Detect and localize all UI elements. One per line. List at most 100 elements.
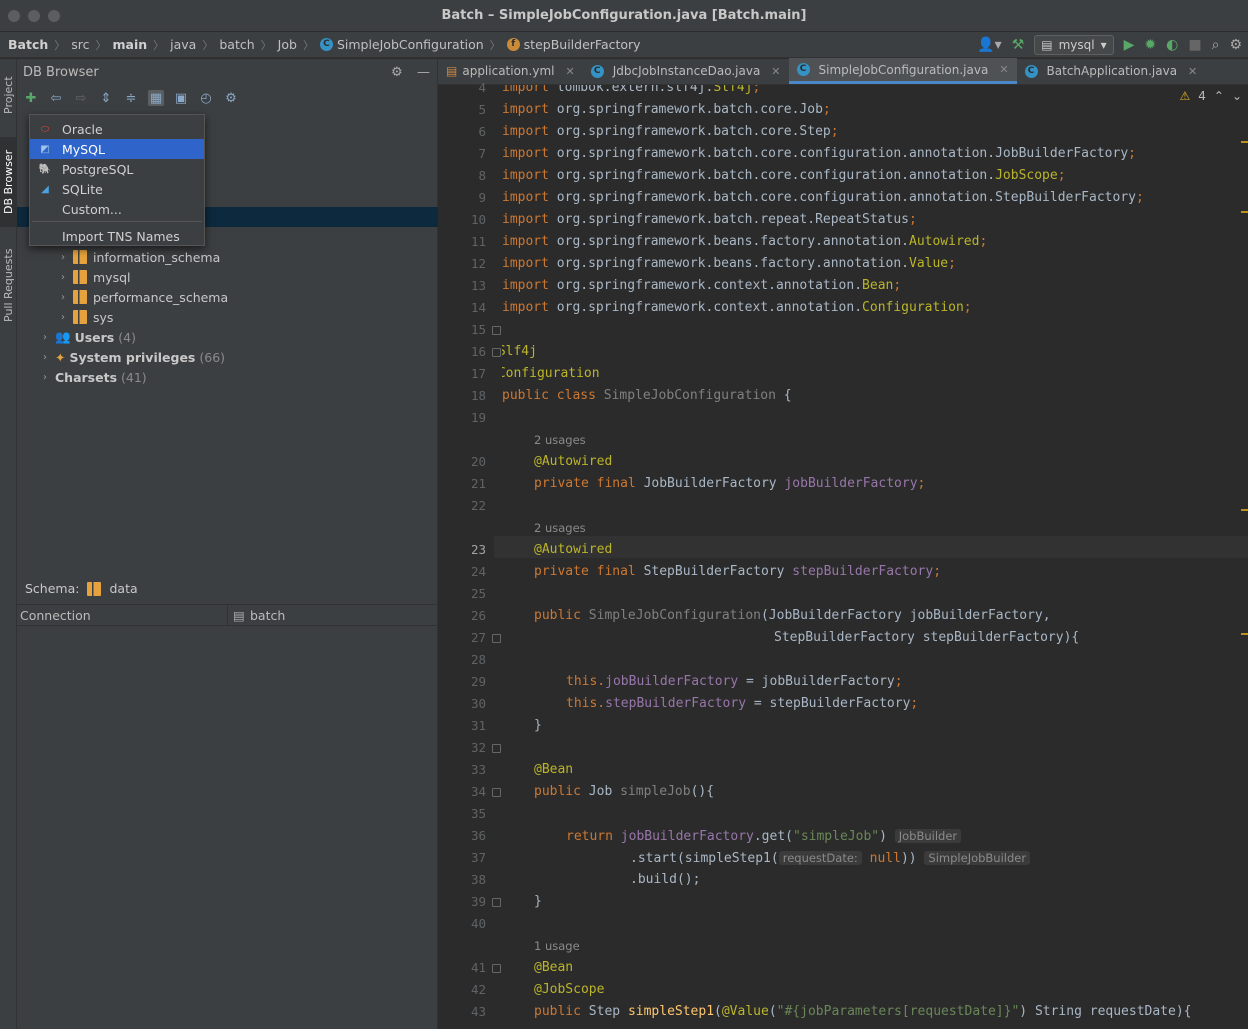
breadcrumb-project[interactable]: Batch xyxy=(8,37,48,52)
menu-item-postgresql[interactable]: 🐘 PostgreSQL xyxy=(30,159,204,179)
error-stripe-mark[interactable] xyxy=(1241,633,1248,635)
line-number[interactable]: 17 xyxy=(438,363,486,385)
line-number[interactable]: 40 xyxy=(438,913,486,935)
code-area[interactable]: import lombok.extern.slf4j.Slf4j; import… xyxy=(502,85,1242,1029)
side-tab-project[interactable]: Project xyxy=(0,65,17,125)
tree-item-schema[interactable]: › information_schema xyxy=(17,247,438,267)
coverage-icon[interactable]: ◐ xyxy=(1166,37,1178,53)
search-icon[interactable]: ⌕ xyxy=(1212,37,1220,53)
filter-icon[interactable]: ▦ xyxy=(148,90,164,106)
close-window-button[interactable] xyxy=(8,10,20,22)
line-number[interactable]: 22 xyxy=(438,495,486,517)
usages-hint[interactable]: 2 usages xyxy=(534,517,586,539)
line-number[interactable]: 26 xyxy=(438,605,486,627)
fold-marker-icon[interactable] xyxy=(492,964,501,973)
error-stripe-mark[interactable] xyxy=(1241,211,1248,213)
breadcrumb-job[interactable]: Job xyxy=(278,37,297,52)
tree-item-system-privileges[interactable]: › ✦ System privileges (66) xyxy=(17,347,438,367)
hide-panel-icon[interactable]: — xyxy=(417,65,430,80)
line-number[interactable]: 39 xyxy=(438,891,486,913)
run-configuration-select[interactable]: ▤ mysql ▾ xyxy=(1034,35,1114,55)
line-number[interactable]: 12 xyxy=(438,253,486,275)
close-tab-icon[interactable]: ✕ xyxy=(1188,65,1197,78)
add-connection-icon[interactable]: ✚ xyxy=(23,90,39,106)
line-number[interactable]: 20 xyxy=(438,451,486,473)
line-number[interactable]: 38 xyxy=(438,869,486,891)
side-tab-db-browser[interactable]: DB Browser xyxy=(0,137,17,227)
stop-icon[interactable]: ■ xyxy=(1188,37,1201,53)
build-hammer-icon[interactable]: ⚒ xyxy=(1012,37,1025,53)
tree-item-schema[interactable]: › mysql xyxy=(17,267,438,287)
tab-simple-job-configuration[interactable]: C SimpleJobConfiguration.java ✕ xyxy=(788,58,1017,84)
menu-item-mysql[interactable]: ◩ MySQL xyxy=(30,139,204,159)
breadcrumb-class[interactable]: SimpleJobConfiguration xyxy=(337,37,484,52)
tree-item-users[interactable]: › 👥 Users (4) xyxy=(17,327,438,347)
breadcrumb-java[interactable]: java xyxy=(170,37,196,52)
line-number[interactable]: 21 xyxy=(438,473,486,495)
settings-gear-icon[interactable]: ⚙ xyxy=(1229,37,1242,53)
line-number[interactable]: 5 xyxy=(438,99,486,121)
forward-icon[interactable]: ⇨ xyxy=(73,90,89,106)
close-tab-icon[interactable]: ✕ xyxy=(999,63,1008,76)
user-icon[interactable]: 👤▾ xyxy=(977,37,1001,53)
minimize-window-button[interactable] xyxy=(28,10,40,22)
line-number[interactable]: 11 xyxy=(438,231,486,253)
breadcrumb-main[interactable]: main xyxy=(113,37,148,52)
line-number[interactable]: 18 xyxy=(438,385,486,407)
collapse-all-icon[interactable]: ≑ xyxy=(123,90,139,106)
line-number[interactable]: 19 xyxy=(438,407,486,429)
close-tab-icon[interactable]: ✕ xyxy=(565,65,574,78)
error-stripe-mark[interactable] xyxy=(1241,141,1248,143)
debug-icon[interactable]: ✹ xyxy=(1144,37,1156,53)
settings-gear-icon[interactable]: ⚙ xyxy=(391,65,403,80)
fold-marker-icon[interactable] xyxy=(492,326,501,335)
tree-item-schema[interactable]: › performance_schema xyxy=(17,287,438,307)
menu-item-custom[interactable]: Custom... xyxy=(30,199,204,219)
history-icon[interactable]: ◴ xyxy=(198,90,214,106)
line-number[interactable]: 28 xyxy=(438,649,486,671)
breadcrumb-batch[interactable]: batch xyxy=(219,37,254,52)
line-number[interactable]: 33 xyxy=(438,759,486,781)
tab-batch-application[interactable]: C BatchApplication.java ✕ xyxy=(1017,58,1206,84)
breadcrumb-field[interactable]: stepBuilderFactory xyxy=(524,37,641,52)
usages-hint[interactable]: 1 usage xyxy=(534,935,580,957)
line-number[interactable]: 14 xyxy=(438,297,486,319)
line-number[interactable]: 9 xyxy=(438,187,486,209)
run-icon[interactable]: ▶ xyxy=(1124,37,1135,53)
line-number[interactable]: 10 xyxy=(438,209,486,231)
close-tab-icon[interactable]: ✕ xyxy=(771,65,780,78)
settings-gear-icon[interactable]: ⚙ xyxy=(223,90,239,106)
error-stripe-mark[interactable] xyxy=(1241,509,1248,511)
fold-marker-icon[interactable] xyxy=(492,744,501,753)
line-number[interactable]: 36 xyxy=(438,825,486,847)
line-number[interactable]: 25 xyxy=(438,583,486,605)
fold-marker-icon[interactable] xyxy=(492,898,501,907)
open-console-icon[interactable]: ▣ xyxy=(173,90,189,106)
side-tab-pull-requests[interactable]: Pull Requests xyxy=(0,237,17,333)
line-number[interactable]: 15 xyxy=(438,319,486,341)
line-number[interactable]: 13 xyxy=(438,275,486,297)
line-number[interactable]: 8 xyxy=(438,165,486,187)
fold-marker-icon[interactable] xyxy=(492,788,501,797)
line-number[interactable]: 37 xyxy=(438,847,486,869)
line-number[interactable]: 34 xyxy=(438,781,486,803)
line-number[interactable]: 43 xyxy=(438,1001,486,1023)
fold-marker-icon[interactable] xyxy=(492,634,501,643)
line-number[interactable]: 32 xyxy=(438,737,486,759)
line-number[interactable]: 41 xyxy=(438,957,486,979)
line-number[interactable]: 27 xyxy=(438,627,486,649)
line-number[interactable]: 30 xyxy=(438,693,486,715)
menu-item-oracle[interactable]: ⬭ Oracle xyxy=(30,119,204,139)
fold-marker-icon[interactable] xyxy=(492,348,501,357)
line-number[interactable]: 24 xyxy=(438,561,486,583)
usages-hint[interactable]: 2 usages xyxy=(534,429,586,451)
line-number[interactable]: 35 xyxy=(438,803,486,825)
line-number[interactable]: 42 xyxy=(438,979,486,1001)
line-number[interactable]: 4 xyxy=(438,77,486,99)
schema-selector[interactable]: Schema: data xyxy=(25,581,138,596)
breadcrumb-src[interactable]: src xyxy=(71,37,89,52)
tree-item-charsets[interactable]: › Charsets (41) xyxy=(17,367,438,387)
back-icon[interactable]: ⇦ xyxy=(48,90,64,106)
line-number[interactable]: 29 xyxy=(438,671,486,693)
menu-item-sqlite[interactable]: ◢ SQLite xyxy=(30,179,204,199)
